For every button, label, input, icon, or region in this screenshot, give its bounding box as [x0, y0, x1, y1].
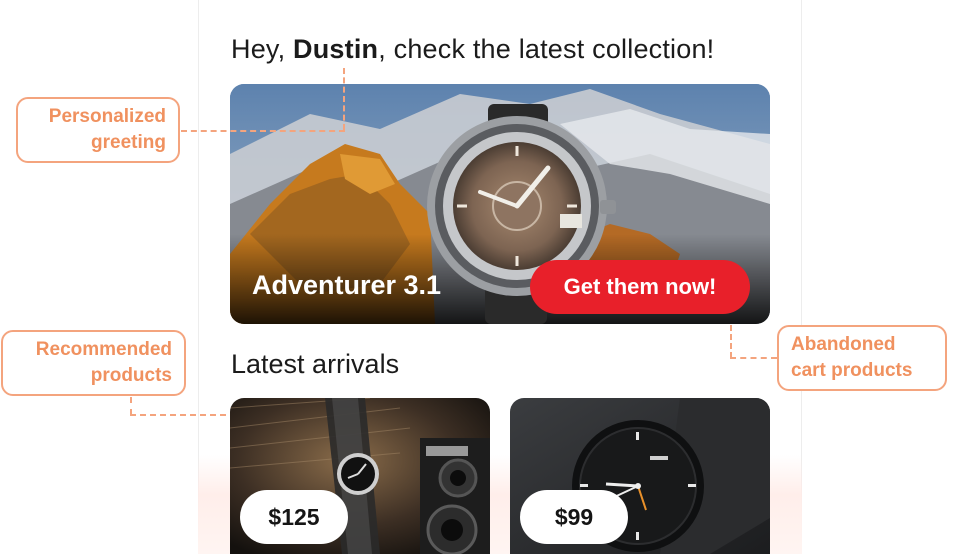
price-badge: $125	[240, 490, 348, 544]
customer-name: Dustin	[293, 34, 379, 64]
annotation-connector	[130, 397, 132, 415]
hero-banner[interactable]: Adventurer 3.1 Get them now!	[230, 84, 770, 324]
product-card[interactable]: $99	[510, 398, 770, 554]
annotation-line-2: greeting	[91, 132, 166, 153]
annotation-line-1: Personalized	[48, 106, 166, 127]
annotation-connector	[343, 68, 345, 130]
annotation-recommended-products: Recommended products	[1, 330, 186, 396]
get-them-now-button[interactable]: Get them now!	[530, 260, 750, 314]
product-card[interactable]: $125	[230, 398, 490, 554]
greeting-suffix: , check the latest collection!	[378, 34, 715, 64]
annotation-connector	[730, 325, 732, 358]
annotation-connector	[181, 130, 345, 132]
personalized-greeting: Hey, Dustin, check the latest collection…	[231, 34, 714, 65]
hero-product-title: Adventurer 3.1	[252, 270, 442, 300]
annotation-connector	[730, 357, 777, 359]
annotation-line-2: products	[90, 365, 172, 386]
annotation-abandoned-cart: Abandoned cart products	[777, 325, 947, 391]
annotation-line-1: Abandoned	[791, 334, 896, 355]
latest-arrivals-title: Latest arrivals	[231, 349, 400, 379]
greeting-prefix: Hey,	[231, 34, 294, 64]
annotation-personalized-greeting: Personalized greeting	[16, 97, 180, 163]
annotation-line-2: cart products	[791, 360, 913, 381]
annotation-line-1: Recommended	[35, 339, 172, 360]
annotation-connector	[130, 414, 226, 416]
price-badge: $99	[520, 490, 628, 544]
